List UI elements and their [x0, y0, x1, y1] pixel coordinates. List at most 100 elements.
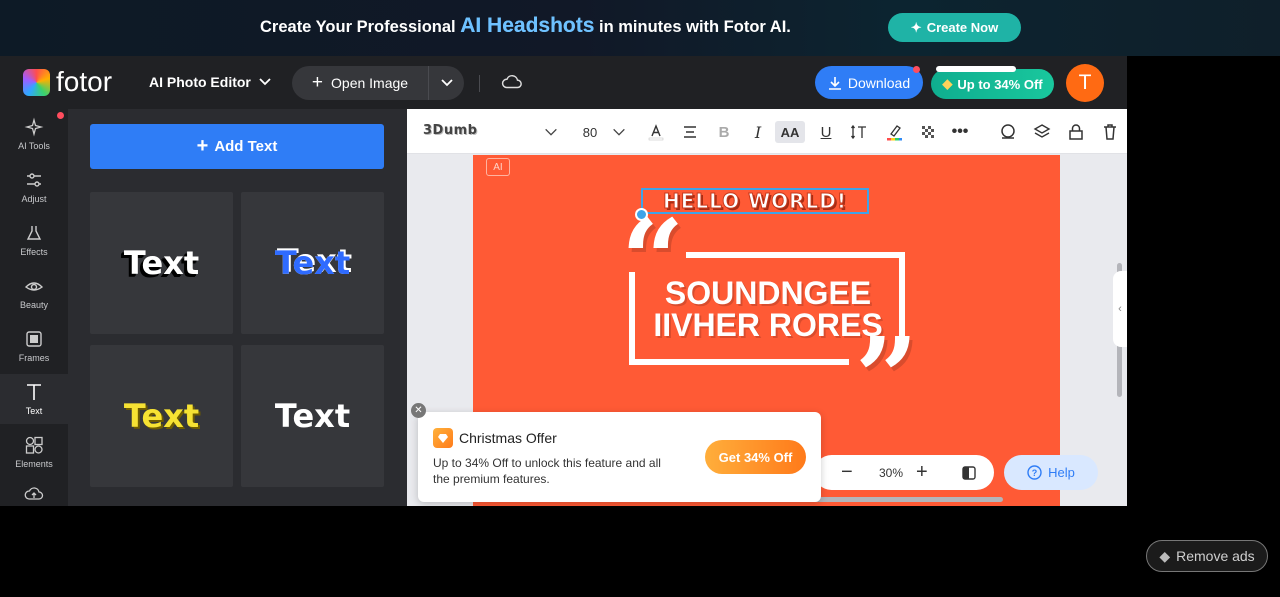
font-family-select[interactable]: 3Dumb — [423, 123, 477, 138]
compare-icon[interactable] — [962, 466, 976, 480]
quote-frame[interactable] — [686, 252, 905, 258]
sparkle-icon — [24, 117, 44, 137]
expand-right-panel-button[interactable]: ‹ — [1113, 271, 1127, 347]
download-button[interactable]: Download — [815, 66, 923, 99]
rail-item-ai-tools[interactable]: AI Tools — [0, 109, 68, 159]
download-icon — [828, 76, 841, 90]
text-color-button[interactable] — [645, 121, 667, 143]
rail-item-text[interactable]: Text — [0, 374, 68, 424]
rail-label: Adjust — [21, 194, 47, 204]
text-style-sample: Text — [274, 397, 351, 435]
shape-effect-icon — [1001, 124, 1015, 139]
diamond-icon: ◆ — [942, 76, 953, 91]
rotate-handle[interactable] — [635, 208, 648, 221]
align-button[interactable] — [679, 121, 701, 143]
ai-badge: AI — [486, 158, 510, 176]
rail-item-effects[interactable]: Effects — [0, 215, 68, 265]
text-style-tile[interactable]: Text — [241, 192, 384, 334]
font-family-dropdown[interactable] — [543, 121, 559, 143]
chevron-down-icon — [545, 128, 557, 136]
highlight-button[interactable] — [882, 121, 906, 143]
help-button[interactable]: ? Help — [1004, 455, 1098, 490]
eye-icon — [24, 282, 44, 291]
text-style-tile[interactable]: Text — [90, 192, 233, 334]
bold-icon[interactable]: B — [713, 121, 735, 143]
horizontal-scrollbar[interactable] — [810, 497, 1003, 502]
quote-line-2: IIVHER RORES — [653, 307, 883, 343]
spacing-button[interactable] — [848, 121, 870, 143]
ai-photo-editor-menu[interactable]: AI Photo Editor — [149, 74, 271, 90]
app-header: fotor AI Photo Editor + Open Image Downl… — [0, 56, 1127, 109]
text-panel: + Add Text Text Text Text Text — [68, 109, 407, 506]
add-text-label: Add Text — [214, 138, 278, 155]
rail-item-elements[interactable]: Elements — [0, 427, 68, 477]
fotor-logo-icon[interactable] — [23, 69, 50, 96]
uppercase-icon[interactable]: AA — [775, 121, 805, 143]
zoom-value[interactable]: 30% — [879, 466, 903, 480]
upgrade-label: Up to 34% Off — [957, 76, 1043, 92]
rail-label: Effects — [20, 247, 48, 257]
text-style-tile[interactable]: Text — [241, 345, 384, 487]
text-color-icon — [648, 124, 664, 141]
help-icon: ? — [1027, 465, 1042, 480]
rail-label: Frames — [18, 353, 50, 363]
remove-ads-button[interactable]: ◆ Remove ads — [1146, 540, 1268, 572]
text-t-icon — [27, 384, 41, 400]
create-now-label: Create Now — [926, 20, 999, 35]
effects-button[interactable] — [997, 121, 1019, 143]
add-text-button[interactable]: + Add Text — [90, 124, 384, 169]
quote-frame[interactable] — [629, 359, 849, 365]
rail-label: Text — [25, 406, 43, 416]
hello-text: HELLO WORLD! — [662, 189, 848, 214]
rail-item-adjust[interactable]: Adjust — [0, 162, 68, 212]
christmas-offer-popup: Christmas Offer Up to 34% Off to unlock … — [418, 412, 821, 502]
underline-icon[interactable]: U — [815, 121, 837, 143]
open-image-group: + Open Image — [292, 66, 464, 100]
open-image-button[interactable]: + Open Image — [292, 66, 429, 100]
text-style-sample: Text — [274, 244, 351, 282]
open-image-dropdown[interactable] — [429, 66, 464, 100]
plus-icon: + — [311, 72, 324, 93]
rail-item-upload[interactable] — [0, 480, 68, 506]
upgrade-button[interactable]: ◆ Up to 34% Off — [931, 66, 1054, 99]
zoom-in-icon[interactable]: + — [916, 461, 928, 484]
frame-icon — [26, 331, 42, 347]
get-offer-button[interactable]: Get 34% Off — [705, 440, 806, 474]
more-options-icon[interactable]: ••• — [949, 121, 971, 143]
magic-wand-icon: ✦ — [910, 19, 922, 35]
shapes-icon — [25, 436, 43, 454]
delete-button[interactable] — [1099, 121, 1121, 143]
text-style-tile[interactable]: Text — [90, 345, 233, 487]
rail-item-frames[interactable]: Frames — [0, 321, 68, 371]
offer-description: Up to 34% Off to unlock this feature and… — [433, 456, 661, 486]
create-now-button[interactable]: ✦ Create Now — [888, 13, 1021, 42]
open-image-label: Open Image — [331, 75, 409, 91]
zoom-out-icon[interactable]: − — [841, 461, 853, 484]
font-size-dropdown[interactable] — [611, 121, 627, 143]
font-size-value[interactable]: 80 — [579, 121, 601, 143]
chevron-down-icon — [440, 79, 453, 87]
promo-banner: Create Your Professional AI Headshots in… — [0, 0, 1280, 56]
selected-text-box[interactable]: HELLO WORLD! — [641, 188, 869, 214]
close-quote-icon[interactable]: ” — [855, 323, 918, 433]
banner-highlight: AI Headshots — [460, 14, 595, 37]
close-icon[interactable]: ✕ — [411, 403, 426, 418]
avatar[interactable]: T — [1066, 64, 1104, 102]
quote-text[interactable]: SOUNDNGEE IIVHER RORES — [648, 277, 888, 341]
rail-item-beauty[interactable]: Beauty — [0, 268, 68, 318]
cloud-icon[interactable] — [501, 72, 523, 92]
banner-suffix: in minutes with Fotor AI. — [599, 18, 791, 36]
logo-text[interactable]: fotor — [56, 66, 112, 98]
layers-button[interactable] — [1031, 121, 1053, 143]
quote-frame[interactable] — [629, 272, 635, 365]
chevron-left-icon: ‹ — [1118, 303, 1122, 315]
zoom-controls: − 30% + — [814, 455, 994, 490]
svg-text:?: ? — [1032, 468, 1038, 478]
align-center-icon — [684, 126, 696, 138]
italic-icon[interactable]: I — [747, 121, 769, 143]
text-style-sample: Text — [123, 397, 200, 435]
transparency-button[interactable] — [917, 121, 939, 143]
sliders-icon — [27, 173, 41, 187]
lock-button[interactable] — [1065, 121, 1087, 143]
chevron-down-icon — [613, 128, 625, 136]
